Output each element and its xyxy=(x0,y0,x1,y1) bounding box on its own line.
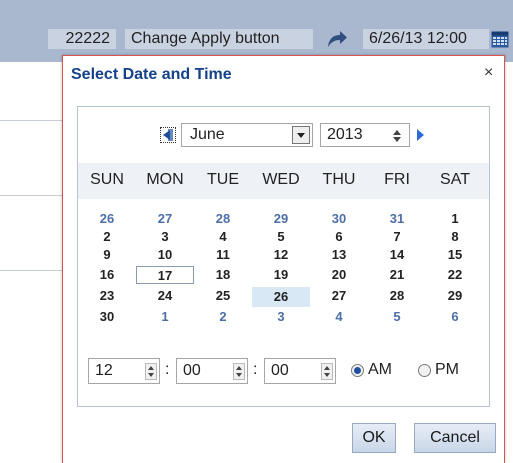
minute-stepper[interactable]: 00 xyxy=(176,358,248,384)
calendar-day[interactable]: 4 xyxy=(194,228,252,246)
calendar-day[interactable]: 25 xyxy=(194,287,252,305)
calendar-day[interactable]: 14 xyxy=(368,246,426,264)
calendar-day[interactable]: 16 xyxy=(78,266,136,284)
weekday-tue: TUE xyxy=(207,171,239,188)
calendar-day[interactable]: 26 xyxy=(78,210,136,228)
year-stepper[interactable]: 2013 xyxy=(320,123,410,147)
second-stepper[interactable]: 00 xyxy=(264,358,336,384)
calendar-day[interactable]: 30 xyxy=(78,308,136,326)
calendar-day[interactable]: 2 xyxy=(194,308,252,326)
calendar-day[interactable]: 5 xyxy=(252,228,310,246)
next-month-icon[interactable] xyxy=(415,127,425,143)
am-radio[interactable] xyxy=(351,364,364,377)
grid-line xyxy=(0,120,62,121)
calendar-day[interactable]: 27 xyxy=(310,287,368,305)
date-time-picker: June 2013 SUN MON TUE WED THU FRI SAT 26… xyxy=(77,106,490,407)
calendar-day[interactable]: 21 xyxy=(368,266,426,284)
calendar-day[interactable]: 12 xyxy=(252,246,310,264)
weekday-sat: SAT xyxy=(440,171,470,188)
calendar-day[interactable]: 4 xyxy=(310,308,368,326)
weekday-fri: FRI xyxy=(384,171,410,188)
calendar-day[interactable]: 2 xyxy=(78,228,136,246)
change-apply-button[interactable]: Change Apply button xyxy=(125,29,313,49)
dropdown-arrow-icon[interactable] xyxy=(292,126,310,144)
grid-line xyxy=(0,195,62,196)
calendar-day[interactable]: 23 xyxy=(78,287,136,305)
weekday-mon: MON xyxy=(146,171,184,188)
calendar-day[interactable]: 28 xyxy=(194,210,252,228)
app-background-right xyxy=(505,62,513,463)
calendar-day[interactable]: 20 xyxy=(310,266,368,284)
calendar-day[interactable]: 29 xyxy=(252,210,310,228)
calendar-day[interactable]: 27 xyxy=(136,210,194,228)
calendar-day[interactable]: 7 xyxy=(368,228,426,246)
calendar-day[interactable]: 6 xyxy=(310,228,368,246)
dialog-title: Select Date and Time xyxy=(71,66,232,83)
close-icon[interactable]: × xyxy=(484,64,493,82)
calendar-day[interactable]: 18 xyxy=(194,266,252,284)
time-separator: : xyxy=(253,361,258,378)
calendar-day[interactable]: 10 xyxy=(136,246,194,264)
calendar-day[interactable]: 9 xyxy=(78,246,136,264)
time-separator: : xyxy=(165,361,170,378)
grid-line xyxy=(0,270,62,271)
month-select-value: June xyxy=(190,126,225,143)
spinner-icon[interactable] xyxy=(391,128,403,144)
spinner-icon[interactable] xyxy=(321,363,333,380)
app-background-left xyxy=(0,62,62,463)
calendar-day[interactable]: 29 xyxy=(426,287,484,305)
calendar-day-selected[interactable]: 26 xyxy=(252,287,310,307)
calendar-icon[interactable] xyxy=(491,30,509,48)
prev-month-icon[interactable] xyxy=(160,127,176,143)
am-label: AM xyxy=(368,361,392,378)
spinner-icon[interactable] xyxy=(145,363,157,380)
calendar-day[interactable]: 1 xyxy=(426,210,484,228)
calendar-day[interactable]: 3 xyxy=(136,228,194,246)
year-value: 2013 xyxy=(327,126,363,143)
month-select[interactable]: June xyxy=(181,123,313,147)
calendar-day[interactable]: 30 xyxy=(310,210,368,228)
weekday-thu: THU xyxy=(322,171,356,188)
calendar-day[interactable]: 15 xyxy=(426,246,484,264)
calendar-day[interactable]: 11 xyxy=(194,246,252,264)
pm-label: PM xyxy=(435,361,459,378)
date-time-field[interactable]: 6/26/13 12:00 xyxy=(363,29,489,49)
calendar-day[interactable]: 31 xyxy=(368,210,426,228)
calendar-day[interactable]: 13 xyxy=(310,246,368,264)
calendar-day[interactable]: 5 xyxy=(368,308,426,326)
share-arrow-icon[interactable] xyxy=(325,28,349,50)
calendar-day[interactable]: 1 xyxy=(136,308,194,326)
calendar-day[interactable]: 24 xyxy=(136,287,194,305)
ok-button[interactable]: OK xyxy=(352,423,396,453)
record-number-field[interactable]: 22222 xyxy=(48,29,116,49)
calendar-day[interactable]: 8 xyxy=(426,228,484,246)
cancel-button[interactable]: Cancel xyxy=(414,423,496,453)
weekday-sun: SUN xyxy=(90,171,124,188)
weekday-wed: WED xyxy=(262,171,300,188)
second-value: 00 xyxy=(271,362,289,379)
spinner-icon[interactable] xyxy=(233,363,245,380)
hour-value: 12 xyxy=(95,362,113,379)
calendar-day[interactable]: 3 xyxy=(252,308,310,326)
calendar-day[interactable]: 6 xyxy=(426,308,484,326)
calendar-day[interactable]: 22 xyxy=(426,266,484,284)
calendar-day[interactable]: 28 xyxy=(368,287,426,305)
pm-radio[interactable] xyxy=(418,364,431,377)
calendar-day[interactable]: 19 xyxy=(252,266,310,284)
calendar-day-today[interactable]: 17 xyxy=(136,266,194,284)
minute-value: 00 xyxy=(183,362,201,379)
hour-stepper[interactable]: 12 xyxy=(88,358,160,384)
date-time-dialog: Select Date and Time × June 2013 SUN MON… xyxy=(62,55,505,463)
